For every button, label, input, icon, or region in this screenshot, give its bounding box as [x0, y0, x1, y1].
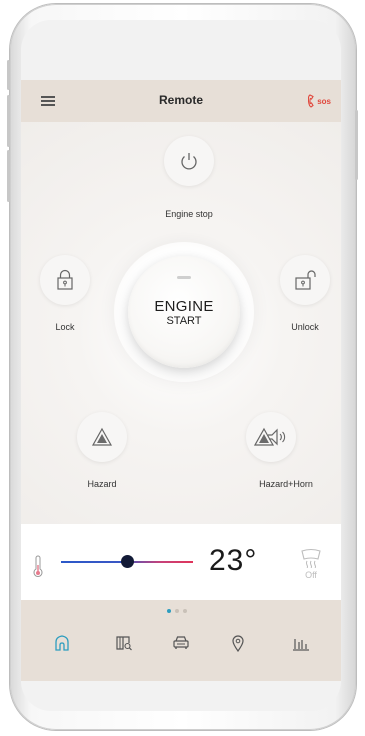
- app-screen: Remote SOS Engine stop Lock: [21, 80, 341, 681]
- sos-button[interactable]: SOS: [308, 93, 331, 109]
- hazard-label: Hazard: [87, 479, 117, 489]
- page-dot: [175, 609, 179, 613]
- silent-switch: [7, 60, 10, 90]
- hazard-icon: [91, 427, 113, 446]
- map-book-icon: [116, 636, 132, 651]
- bottom-navigation: [21, 600, 341, 681]
- lock-icon: [57, 269, 73, 290]
- page-dot: [183, 609, 187, 613]
- hazard-horn-icon: [254, 427, 286, 446]
- defrost-toggle[interactable]: Off: [297, 548, 325, 584]
- thermometer-icon: [33, 555, 43, 577]
- status-area: [21, 20, 341, 80]
- home-icon: [55, 635, 69, 651]
- power-button: [355, 110, 358, 180]
- rear-defrost-icon: [301, 548, 321, 568]
- engine-start-main-label: ENGINE: [154, 298, 214, 315]
- engine-stop-label: Engine stop: [165, 209, 213, 219]
- unlock-button[interactable]: [280, 255, 330, 305]
- hazard-button[interactable]: [77, 412, 127, 462]
- nav-location[interactable]: [226, 632, 250, 654]
- nav-vehicle[interactable]: [169, 632, 193, 654]
- power-icon: [181, 153, 197, 170]
- nav-statistics[interactable]: [289, 632, 313, 654]
- hazard-horn-label: Hazard+Horn: [259, 479, 313, 489]
- home-indicator-area: [21, 681, 341, 711]
- engine-start-button[interactable]: ENGINE START: [128, 256, 240, 368]
- temperature-slider-knob[interactable]: [120, 555, 134, 568]
- nav-home[interactable]: [50, 632, 74, 654]
- app-header: Remote SOS: [21, 80, 341, 122]
- unlock-label: Unlock: [291, 322, 319, 332]
- hazard-horn-button[interactable]: [246, 412, 296, 462]
- engine-start-sub-label: START: [166, 315, 202, 327]
- phone-icon: [308, 94, 314, 108]
- lock-button[interactable]: [40, 255, 90, 305]
- page-dot: [167, 609, 171, 613]
- unlock-icon: [295, 270, 316, 290]
- statistics-icon: [293, 639, 309, 651]
- engine-status-indicator: [177, 276, 191, 279]
- page-title: Remote: [158, 93, 203, 107]
- climate-panel: 23° Off: [21, 524, 341, 600]
- temperature-slider[interactable]: [61, 555, 193, 568]
- engine-stop-button[interactable]: [164, 136, 214, 186]
- page-indicator: [167, 609, 187, 613]
- volume-up-button: [7, 95, 10, 147]
- car-icon: [173, 636, 189, 649]
- defrost-status: Off: [305, 570, 317, 580]
- temperature-value: 23°: [209, 544, 258, 577]
- lock-label: Lock: [55, 322, 75, 332]
- volume-down-button: [7, 150, 10, 202]
- nav-map[interactable]: [112, 632, 136, 654]
- location-pin-icon: [232, 635, 244, 652]
- sos-label: SOS: [317, 96, 331, 106]
